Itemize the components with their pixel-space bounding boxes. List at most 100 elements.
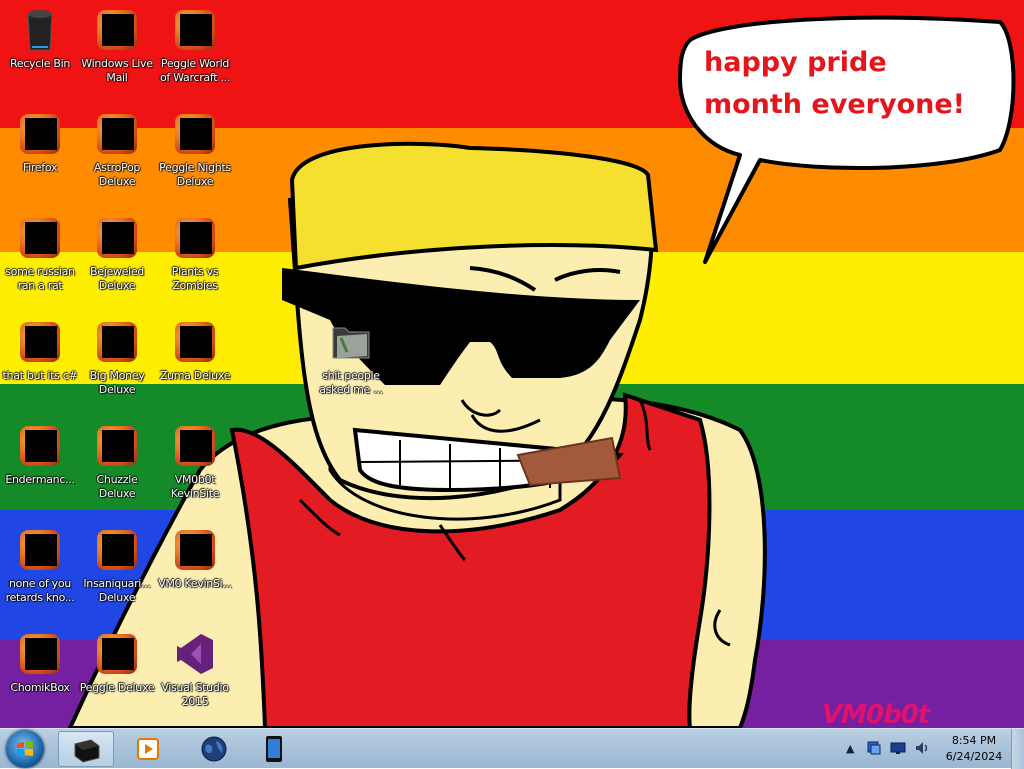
desktop-icon-label: Big Money Deluxe (89, 369, 145, 396)
desktop-icon-label: Recycle Bin (9, 57, 71, 70)
taskbar-pinned-media-player[interactable] (120, 731, 176, 767)
bejeweled-icon (93, 214, 141, 262)
desktop-icon[interactable]: VM0 KevinSi... (156, 526, 234, 591)
censor-box (102, 326, 134, 358)
desktop-icon[interactable]: Plants vs Zombies (156, 214, 234, 293)
censor-box (102, 638, 134, 670)
media-player-icon (137, 738, 159, 760)
desktop-icon[interactable]: AstroPop Deluxe (78, 110, 156, 189)
desktop-icon-label: ChomikBox (10, 681, 70, 694)
desktop-icon-label: Insaniquari... Deluxe (83, 577, 151, 604)
desktop-icon-label: Windows Live Mail (81, 57, 153, 84)
desktop-icon-label: Plants vs Zombies (171, 265, 219, 292)
tablet-icon (266, 736, 282, 762)
desktop-icon-label: none of you retards kno... (5, 577, 75, 604)
app-icon (16, 526, 64, 574)
chuzzle-icon (93, 422, 141, 470)
desktop-icon-label: that but its c# (2, 369, 78, 382)
desktop-icon[interactable]: Big Money Deluxe (78, 318, 156, 397)
desktop-icon-label: AstroPop Deluxe (93, 161, 141, 188)
desktop-icon[interactable]: Peggle Deluxe (78, 630, 156, 695)
peggle-icon (93, 630, 141, 678)
desktop-icon-label: Firefox (22, 161, 58, 174)
recycle-bin-icon (16, 6, 64, 54)
plants-vs-zombies-icon (171, 214, 219, 262)
desktop[interactable]: happy pride month everyone! VM0b0t Recyc… (0, 0, 1024, 728)
desktop-icon-label: Endermanc... (5, 473, 75, 486)
desktop-icon-label: Zuma Deluxe (159, 369, 231, 382)
desktop-icon-label: VM0b0t KevinSite (170, 473, 220, 500)
system-clock[interactable]: 8:54 PM 6/24/2024 (942, 733, 1006, 765)
site-icon (171, 422, 219, 470)
watermark: VM0b0t (822, 700, 930, 728)
desktop-icon-label: some russian ran a rat (5, 265, 75, 292)
notification-area: ▲ 8:54 PM 6/24/2024 (842, 729, 1024, 769)
firefox-icon (16, 110, 64, 158)
start-button[interactable] (6, 730, 44, 768)
command-prompt-icon (74, 739, 100, 763)
desktop-icon[interactable]: none of you retards kno... (1, 526, 79, 605)
censor-box (102, 118, 134, 150)
censor-box (180, 534, 212, 566)
desktop-icon-label: VM0 KevinSi... (158, 577, 232, 590)
desktop-icon[interactable]: shit people asked me ... (312, 318, 390, 397)
desktop-icon[interactable]: Windows Live Mail (78, 6, 156, 85)
peggle-nights-icon (171, 110, 219, 158)
taskbar-pinned-command-prompt[interactable] (58, 731, 114, 767)
folder-icon (327, 318, 375, 366)
desktop-icon[interactable]: Firefox (1, 110, 79, 175)
display-icon[interactable] (890, 740, 906, 756)
volume-icon[interactable] (914, 740, 930, 756)
desktop-icon[interactable]: ChomikBox (1, 630, 79, 695)
peggle-icon (171, 6, 219, 54)
desktop-icon-label: Visual Studio 2015 (161, 681, 229, 708)
windows-logo-icon (17, 741, 33, 756)
censor-box (180, 222, 212, 254)
desktop-icon-label: Bejeweled Deluxe (89, 265, 144, 292)
censor-box (25, 638, 57, 670)
desktop-icon-label: Peggle World of Warcraft ... (159, 57, 231, 84)
censor-box (25, 430, 57, 462)
network-icon[interactable] (866, 740, 882, 756)
censor-box (25, 534, 57, 566)
censor-box (102, 14, 134, 46)
show-hidden-icons-icon[interactable]: ▲ (846, 742, 854, 755)
desktop-icon[interactable]: Recycle Bin (1, 6, 79, 71)
desktop-icon[interactable]: Peggle World of Warcraft ... (156, 6, 234, 85)
censor-box (180, 118, 212, 150)
taskbar: ▲ 8:54 PM 6/24/2024 (0, 728, 1024, 769)
desktop-icon[interactable]: Visual Studio 2015 (156, 630, 234, 709)
censor-box (180, 326, 212, 358)
censor-box (102, 534, 134, 566)
chomikbox-icon (16, 630, 64, 678)
show-desktop-button[interactable] (1011, 729, 1024, 769)
desktop-icon-label: Chuzzle Deluxe (96, 473, 138, 500)
desktop-icon-label: shit people asked me ... (319, 369, 383, 396)
taskbar-pinned-globe[interactable] (186, 731, 242, 767)
desktop-icon[interactable]: Peggle Nights Deluxe (156, 110, 234, 189)
desktop-icon[interactable]: Endermanc... (1, 422, 79, 487)
desktop-icon[interactable]: Zuma Deluxe (156, 318, 234, 383)
desktop-icon-label: Peggle Nights Deluxe (159, 161, 231, 188)
censor-box (180, 430, 212, 462)
taskbar-pinned-tablet[interactable] (246, 731, 302, 767)
site-icon (171, 526, 219, 574)
desktop-icon[interactable]: some russian ran a rat (1, 214, 79, 293)
desktop-icon[interactable]: that but its c# (1, 318, 79, 383)
censor-box (180, 14, 212, 46)
desktop-icon[interactable]: Bejeweled Deluxe (78, 214, 156, 293)
astropop-icon (93, 110, 141, 158)
desktop-icon[interactable]: VM0b0t KevinSite (156, 422, 234, 501)
desktop-icon-label: Peggle Deluxe (79, 681, 155, 694)
censor-box (102, 430, 134, 462)
money-bag-icon (93, 318, 141, 366)
insaniquarium-icon (93, 526, 141, 574)
windows-icon (16, 318, 64, 366)
zuma-icon (171, 318, 219, 366)
globe-icon (201, 736, 227, 762)
desktop-icon[interactable]: Chuzzle Deluxe (78, 422, 156, 501)
clock-time: 8:54 PM (951, 734, 997, 747)
censor-box (102, 222, 134, 254)
censor-box (25, 326, 57, 358)
desktop-icon[interactable]: Insaniquari... Deluxe (78, 526, 156, 605)
